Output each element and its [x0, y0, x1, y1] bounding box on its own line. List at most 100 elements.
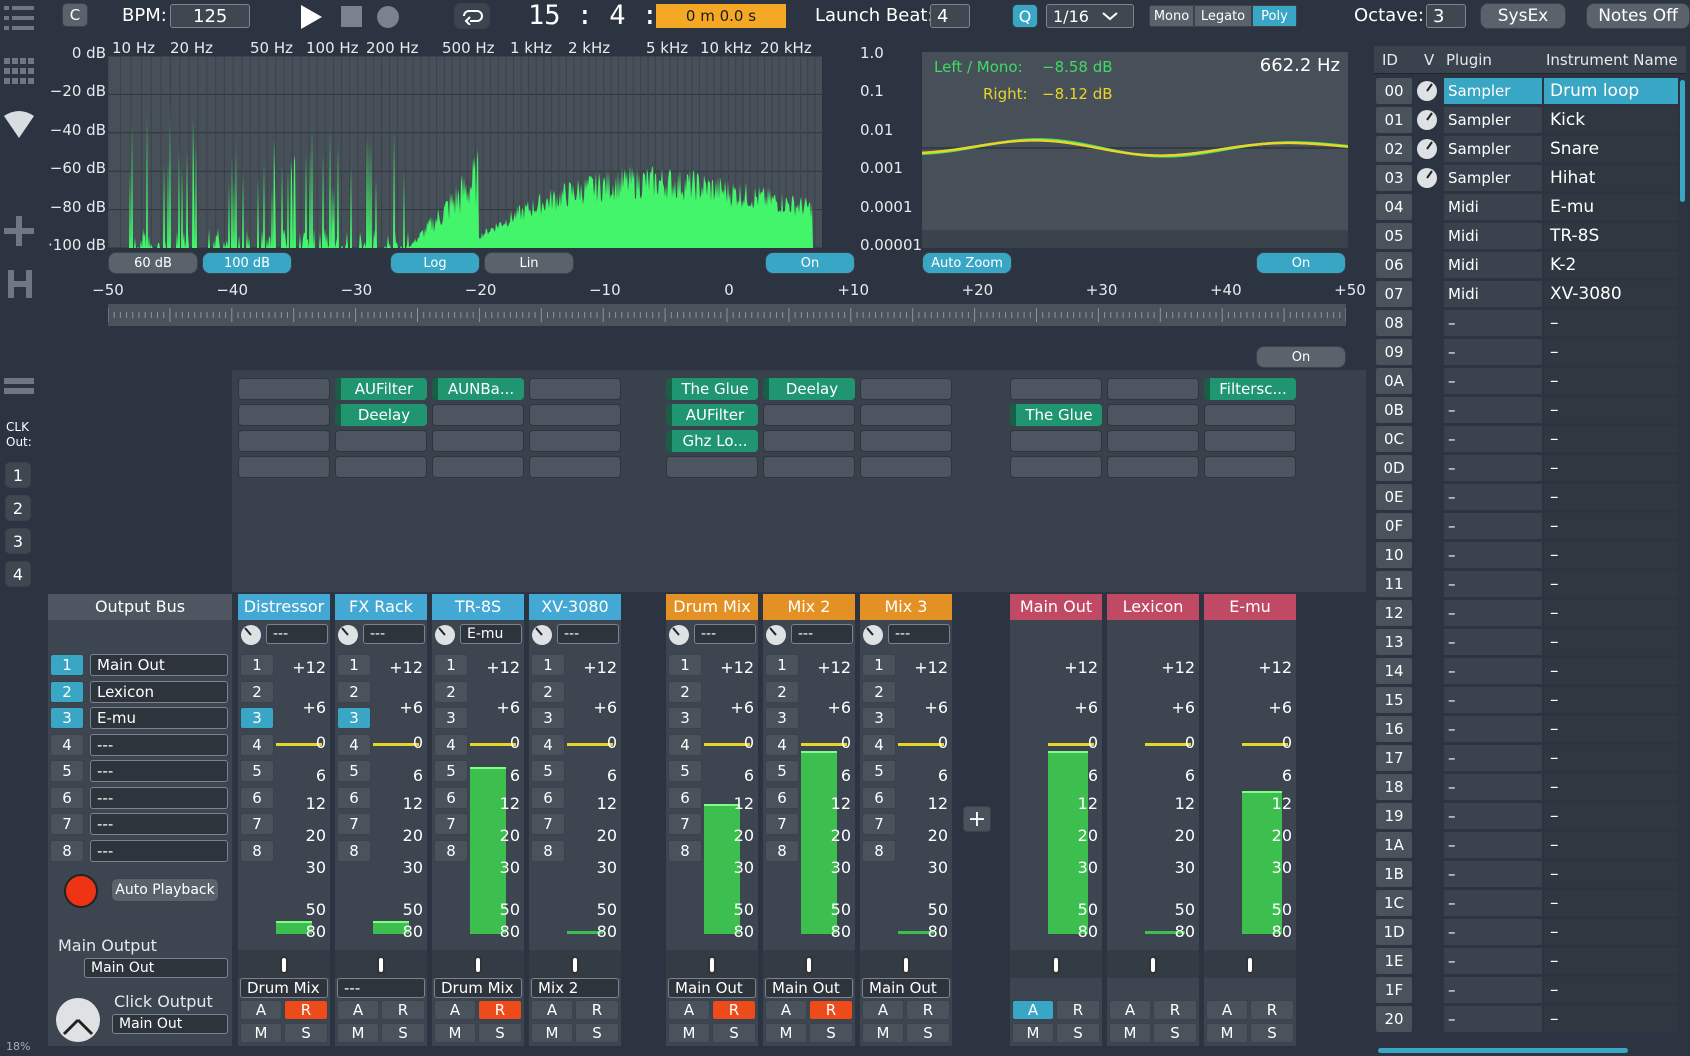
send-button[interactable]: 7: [668, 813, 702, 835]
instrument-row[interactable]: 07 Midi XV-3080: [1374, 281, 1678, 307]
scope-on-button[interactable]: On: [1256, 252, 1346, 274]
insert-slot[interactable]: AUNBa...: [432, 378, 524, 400]
pan-knob[interactable]: [1149, 956, 1157, 974]
channel-route-field[interactable]: ---: [337, 978, 425, 998]
send-button[interactable]: 3: [434, 707, 468, 729]
mute-button[interactable]: M: [862, 1023, 904, 1043]
clk-button[interactable]: 1: [5, 462, 31, 488]
instrument-row[interactable]: 1E – –: [1374, 948, 1678, 974]
insert-slot[interactable]: [860, 430, 952, 452]
instrument-row[interactable]: 0D – –: [1374, 455, 1678, 481]
bpm-field[interactable]: 125: [170, 4, 250, 28]
arm-r-button[interactable]: R: [712, 1000, 756, 1020]
auto-playback-button[interactable]: Auto Playback: [111, 878, 219, 902]
insert-slot[interactable]: [1010, 456, 1102, 478]
bus-number-button[interactable]: 2: [50, 680, 84, 703]
add-channel-button[interactable]: +: [963, 806, 991, 832]
insert-slot[interactable]: Filtersc...: [1204, 378, 1296, 400]
pan-knob[interactable]: [1246, 956, 1254, 974]
instrument-row[interactable]: 16 – –: [1374, 716, 1678, 742]
insert-slot[interactable]: [763, 404, 855, 426]
add-icon[interactable]: [4, 216, 34, 246]
send-button[interactable]: 7: [531, 813, 565, 835]
bus-number-button[interactable]: 1: [50, 654, 84, 676]
clk-button[interactable]: 4: [5, 561, 31, 587]
send-button[interactable]: 2: [434, 680, 468, 703]
insert-slot[interactable]: [529, 430, 621, 452]
send-button[interactable]: 4: [434, 733, 468, 756]
stop-icon[interactable]: [340, 5, 364, 29]
gain-knob-icon[interactable]: [531, 624, 553, 646]
send-button[interactable]: 4: [862, 733, 896, 756]
instrument-row[interactable]: 0C – –: [1374, 426, 1678, 452]
bus-number-button[interactable]: 4: [50, 733, 84, 756]
insert-slot[interactable]: [432, 404, 524, 426]
instrument-row[interactable]: 0B – –: [1374, 397, 1678, 423]
send-button[interactable]: 7: [765, 813, 799, 835]
h-icon[interactable]: [6, 268, 34, 300]
send-button[interactable]: 6: [765, 786, 799, 809]
arm-r-button[interactable]: R: [284, 1000, 328, 1020]
instrument-row[interactable]: 1C – –: [1374, 890, 1678, 916]
send-button[interactable]: 8: [434, 839, 468, 862]
click-output-field[interactable]: Main Out: [112, 1014, 228, 1034]
instrument-row[interactable]: 03 Sampler Hihat: [1374, 165, 1678, 191]
bus-name-field[interactable]: ---: [90, 839, 228, 862]
pan-knob[interactable]: [377, 956, 385, 974]
insert-slot[interactable]: The Glue: [1010, 404, 1102, 426]
insert-slot[interactable]: Ghz Lo...: [666, 430, 758, 452]
pan-knob[interactable]: [571, 956, 579, 974]
record-button[interactable]: [64, 874, 98, 908]
arm-r-button[interactable]: R: [1250, 1000, 1294, 1020]
arm-a-button[interactable]: A: [765, 1000, 807, 1020]
insert-slot[interactable]: [238, 430, 330, 452]
voice-knob-icon[interactable]: [1416, 167, 1438, 189]
arm-a-button[interactable]: A: [862, 1000, 904, 1020]
pan-knob[interactable]: [1052, 956, 1060, 974]
arm-a-button[interactable]: A: [1012, 1000, 1054, 1020]
log-button[interactable]: Log: [390, 252, 480, 274]
instrument-row[interactable]: 15 – –: [1374, 687, 1678, 713]
insert-slot[interactable]: [238, 404, 330, 426]
bus-name-field[interactable]: Main Out: [90, 654, 228, 676]
send-button[interactable]: 2: [765, 680, 799, 703]
instrument-row[interactable]: 10 – –: [1374, 542, 1678, 568]
send-button[interactable]: 5: [240, 760, 274, 782]
mixer-icon[interactable]: [4, 376, 34, 396]
send-button[interactable]: 8: [240, 839, 274, 862]
send-button[interactable]: 1: [434, 654, 468, 676]
insert-slot[interactable]: [763, 456, 855, 478]
insert-slot[interactable]: [1107, 456, 1199, 478]
insert-slot[interactable]: [763, 430, 855, 452]
instrument-row[interactable]: 02 Sampler Snare: [1374, 136, 1678, 162]
mute-button[interactable]: M: [1109, 1023, 1151, 1043]
instrument-row[interactable]: 04 Midi E-mu: [1374, 194, 1678, 220]
mute-button[interactable]: M: [668, 1023, 710, 1043]
instrument-row[interactable]: 14 – –: [1374, 658, 1678, 684]
insert-slot[interactable]: [529, 378, 621, 400]
send-button[interactable]: 3: [765, 707, 799, 729]
arm-a-button[interactable]: A: [240, 1000, 282, 1020]
gain-knob-icon[interactable]: [765, 624, 787, 646]
send-button[interactable]: 5: [765, 760, 799, 782]
insert-slot[interactable]: [529, 404, 621, 426]
channel-route-field[interactable]: Main Out: [765, 978, 853, 998]
send-button[interactable]: 6: [531, 786, 565, 809]
send-button[interactable]: 1: [240, 654, 274, 676]
insert-slot[interactable]: The Glue: [666, 378, 758, 400]
pan-knob[interactable]: [805, 956, 813, 974]
mute-button[interactable]: M: [434, 1023, 476, 1043]
channel-input-field[interactable]: ---: [363, 624, 425, 644]
bus-name-field[interactable]: ---: [90, 760, 228, 782]
send-button[interactable]: 2: [668, 680, 702, 703]
send-button[interactable]: 2: [531, 680, 565, 703]
instrument-row[interactable]: 11 – –: [1374, 571, 1678, 597]
insert-slot[interactable]: [1010, 430, 1102, 452]
send-button[interactable]: 2: [240, 680, 274, 703]
send-button[interactable]: 7: [337, 813, 371, 835]
notes-off-button[interactable]: Notes Off: [1586, 3, 1690, 29]
insert-slot[interactable]: [1204, 430, 1296, 452]
send-button[interactable]: 8: [531, 839, 565, 862]
arm-r-button[interactable]: R: [809, 1000, 853, 1020]
send-button[interactable]: 8: [765, 839, 799, 862]
